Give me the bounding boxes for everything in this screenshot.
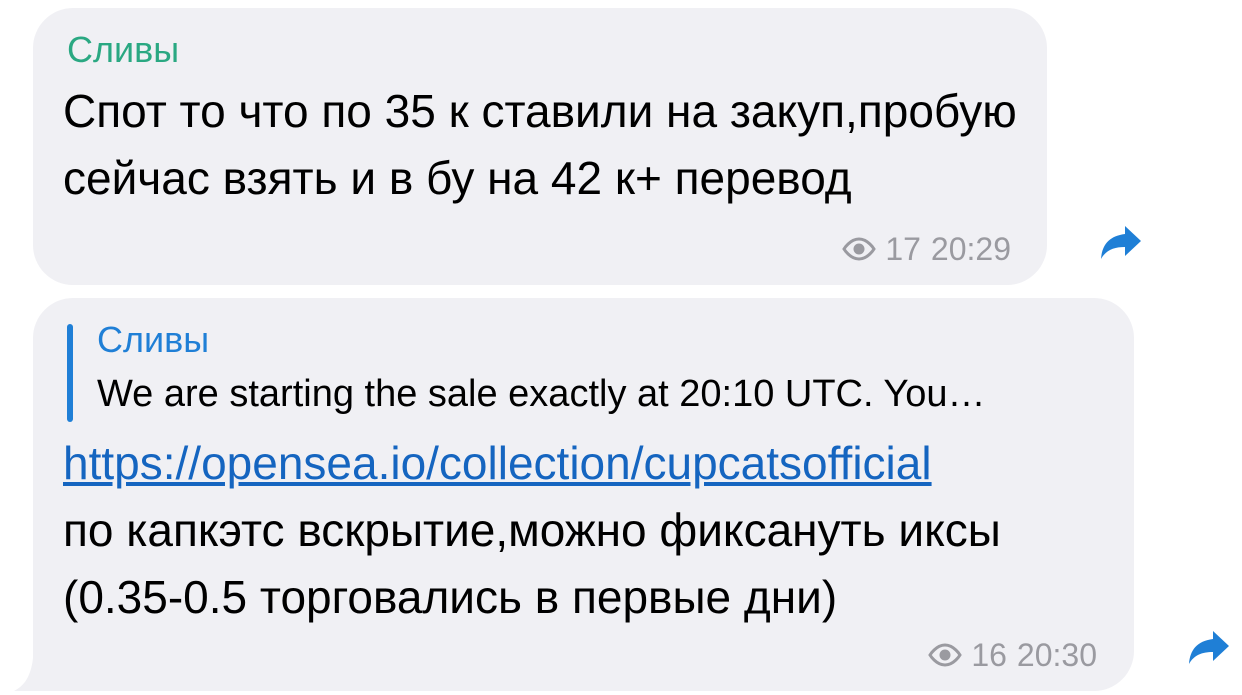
message-meta: 17 20:29: [841, 231, 1011, 267]
message-bubble[interactable]: Сливы Спот то что по 35 к ставили на зак…: [33, 8, 1047, 285]
eye-icon: [842, 237, 877, 261]
message-time: 20:29: [930, 231, 1011, 267]
reply-sender: Сливы: [97, 319, 210, 360]
message-time: 20:30: [1016, 637, 1097, 673]
forward-icon[interactable]: [1099, 223, 1143, 261]
message-text: по капкэтс вскрытие,можно фиксануть иксы…: [63, 504, 1001, 623]
reply-quote[interactable]: Сливы We are starting the sale exactly a…: [67, 319, 1104, 422]
message-bubble[interactable]: Сливы We are starting the sale exactly a…: [33, 298, 1134, 691]
message-meta: 16 20:30: [927, 637, 1097, 673]
chat-view: Сливы Спот то что по 35 к ставили на зак…: [0, 0, 1242, 695]
forward-icon[interactable]: [1187, 628, 1231, 666]
reply-text: We are starting the sale exactly at 20:1…: [97, 373, 986, 415]
eye-icon: [928, 643, 963, 667]
message-link[interactable]: https://opensea.io/collection/cupcatsoff…: [63, 430, 1104, 497]
view-count: 17: [885, 231, 921, 267]
message-sender[interactable]: Сливы: [67, 30, 1017, 70]
view-count: 16: [971, 637, 1007, 673]
reply-accent-bar: [67, 324, 73, 422]
message-text: Спот то что по 35 к ставили на закуп,про…: [63, 85, 1017, 204]
